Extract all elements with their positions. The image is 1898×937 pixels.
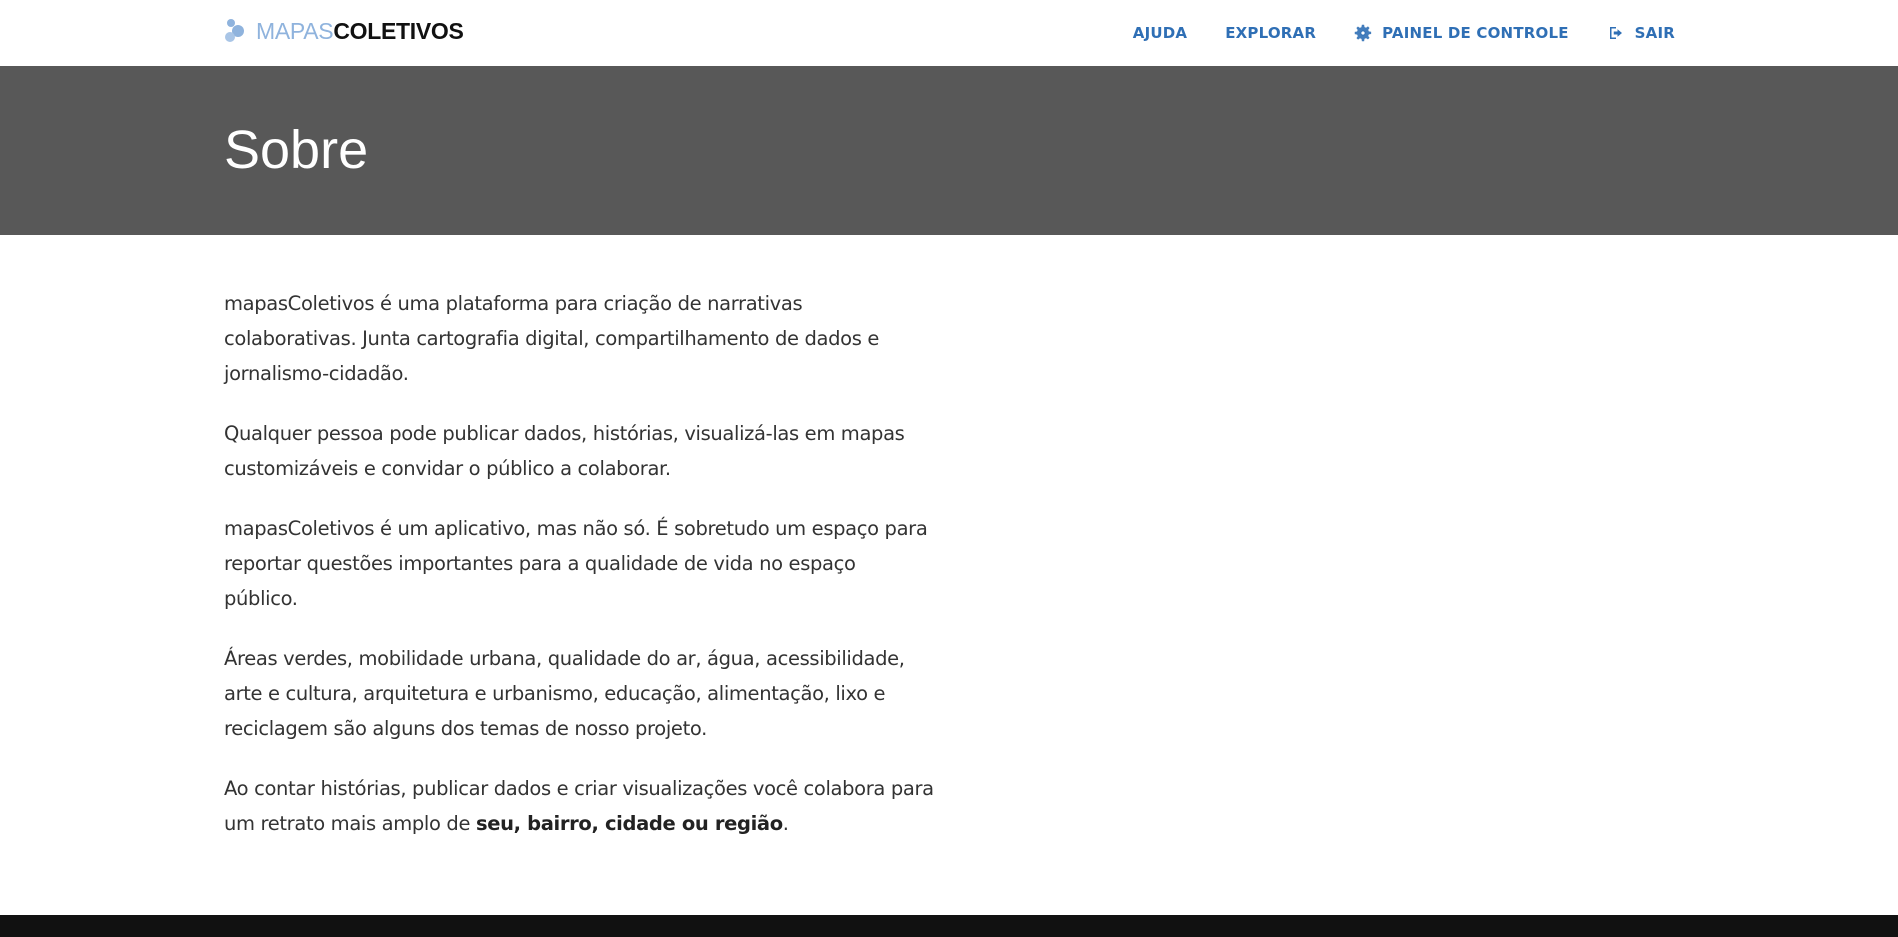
about-paragraph-4: Áreas verdes, mobilidade urbana, qualida… bbox=[224, 647, 905, 740]
nav-ajuda[interactable]: AJUDA bbox=[1133, 24, 1187, 42]
about-paragraph-5-end: . bbox=[782, 812, 789, 835]
logo-text: MAPASCOLETIVOS bbox=[256, 16, 464, 46]
about-content: mapasColetivos é uma plataforma para cri… bbox=[224, 286, 934, 866]
about-paragraph-2: Qualquer pessoa pode publicar dados, his… bbox=[224, 422, 905, 480]
about-paragraph-1: mapasColetivos é uma plataforma para cri… bbox=[224, 292, 880, 385]
gear-icon bbox=[1354, 24, 1372, 42]
page-title: Sobre bbox=[224, 120, 369, 180]
sign-out-icon bbox=[1609, 27, 1622, 39]
logo-link[interactable]: MAPASCOLETIVOS bbox=[224, 16, 464, 46]
nav-sair-label: SAIR bbox=[1634, 24, 1675, 42]
top-navbar: MAPASCOLETIVOS AJUDA EXPLORAR PAINEL DE … bbox=[0, 0, 1898, 66]
page-footer bbox=[0, 915, 1898, 937]
about-paragraph-3: mapasColetivos é um aplicativo, mas não … bbox=[224, 517, 928, 610]
nav-explorar[interactable]: EXPLORAR bbox=[1225, 24, 1316, 42]
nav-explorar-label: EXPLORAR bbox=[1225, 24, 1317, 42]
main-nav: AJUDA EXPLORAR PAINEL DE CONTROLE SAIR bbox=[1095, 0, 1675, 66]
logo-text-bold: COLETIVOS bbox=[333, 18, 464, 44]
nav-painel-label: PAINEL DE CONTROLE bbox=[1382, 24, 1569, 42]
nav-sair[interactable]: SAIR bbox=[1607, 24, 1675, 42]
about-paragraph-5: Ao contar histórias, publicar dados e cr… bbox=[224, 771, 934, 841]
logo-text-light: MAPAS bbox=[256, 18, 334, 44]
page-title-wrap: Sobre bbox=[224, 118, 368, 182]
about-paragraph-5-bold: seu, bairro, cidade ou região bbox=[475, 812, 783, 835]
logo-mark-icon bbox=[225, 19, 244, 42]
nav-ajuda-label: AJUDA bbox=[1132, 24, 1188, 42]
nav-painel-de-controle[interactable]: PAINEL DE CONTROLE bbox=[1354, 24, 1569, 42]
